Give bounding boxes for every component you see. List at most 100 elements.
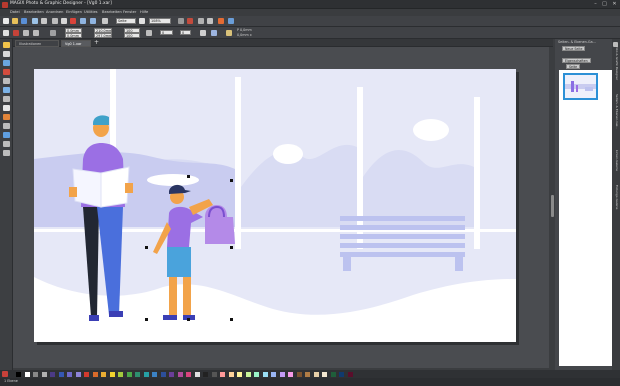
page-button[interactable]: Seite: [566, 64, 581, 69]
color-swatch[interactable]: [203, 372, 208, 377]
shape-tool-icon[interactable]: [3, 87, 10, 93]
position-grid-icon[interactable]: [50, 30, 56, 36]
shadow-tool-icon[interactable]: [3, 132, 10, 138]
strip-tab-designer[interactable]: Foto & Grafik Designer: [613, 46, 619, 80]
new-page-button[interactable]: Neue Seite: [562, 46, 586, 51]
color-swatch[interactable]: [118, 372, 123, 377]
color-swatch[interactable]: [24, 372, 30, 377]
properties-button[interactable]: Eigenschaften: [562, 58, 591, 63]
color-swatch[interactable]: [169, 372, 174, 377]
snap-magnet-icon[interactable]: [187, 18, 193, 24]
color-swatch[interactable]: [135, 372, 140, 377]
page-thumbnail[interactable]: [563, 73, 598, 100]
zoom-tool-left-icon[interactable]: [3, 150, 10, 156]
menu-help[interactable]: Hilfe: [140, 10, 148, 14]
tab-illustrationen[interactable]: Illustrationen: [15, 40, 59, 47]
open-folder-icon[interactable]: [12, 18, 18, 24]
minimize-button[interactable]: –: [592, 1, 599, 7]
ellipse-tool-icon[interactable]: [3, 96, 10, 102]
color-swatch[interactable]: [313, 372, 319, 377]
red-tool-icon[interactable]: [13, 30, 19, 36]
blend-tool-icon[interactable]: [3, 141, 10, 147]
new-tab-icon[interactable]: +: [94, 39, 99, 46]
flip-icon[interactable]: [33, 30, 39, 36]
menu-file[interactable]: Datei: [10, 10, 20, 14]
color-swatch[interactable]: [152, 372, 157, 377]
zoom-tool-icon[interactable]: [102, 18, 108, 24]
node-tool-icon[interactable]: [3, 51, 10, 57]
color-swatch[interactable]: [288, 372, 293, 377]
contour-tool-icon[interactable]: [3, 60, 10, 66]
delete-icon[interactable]: [70, 18, 76, 24]
eraser-tool-icon[interactable]: [3, 69, 10, 75]
color-swatch[interactable]: [211, 372, 217, 377]
maximize-button[interactable]: □: [601, 1, 608, 7]
color-swatch[interactable]: [50, 372, 55, 377]
color-swatch[interactable]: [262, 372, 268, 377]
color-swatch[interactable]: [101, 372, 106, 377]
color-swatch[interactable]: [228, 372, 234, 377]
menu-edit2[interactable]: Bearbeiten: [102, 10, 122, 14]
color-swatch[interactable]: [126, 372, 132, 377]
height-field[interactable]: 297,0mm: [94, 33, 112, 38]
color-swatch[interactable]: [245, 372, 251, 377]
color-swatch[interactable]: [58, 372, 64, 377]
save-icon[interactable]: [21, 18, 27, 24]
color-swatch[interactable]: [271, 372, 276, 377]
color-swatch[interactable]: [177, 372, 183, 377]
menu-utilities[interactable]: Utilities: [84, 10, 98, 14]
color-swatch[interactable]: [347, 372, 353, 377]
color-swatch[interactable]: [305, 372, 310, 377]
selector-options-icon[interactable]: [3, 30, 9, 36]
color-swatch[interactable]: [220, 372, 225, 377]
zoom-mode-select[interactable]: Seite: [116, 18, 136, 24]
zoom-previous-icon[interactable]: [178, 18, 184, 24]
tag-icon[interactable]: [226, 30, 232, 36]
fill-tool-icon[interactable]: [3, 114, 10, 120]
menu-edit[interactable]: Bearbeiten: [24, 10, 44, 14]
menu-arrange[interactable]: Anordnen: [46, 10, 63, 14]
freehand-tool-icon[interactable]: [3, 78, 10, 84]
color-swatch[interactable]: [330, 372, 336, 377]
strip-tab-fills[interactable]: Füllungs-Galerie: [613, 185, 619, 209]
no-color-icon[interactable]: [2, 371, 8, 377]
canvas-area[interactable]: [13, 47, 553, 368]
transparency-tool-icon[interactable]: [3, 123, 10, 129]
color-swatch[interactable]: [75, 372, 81, 377]
color-swatch[interactable]: [16, 372, 21, 377]
new-document-icon[interactable]: [3, 18, 9, 24]
color-swatch[interactable]: [339, 372, 344, 377]
color-swatch[interactable]: [33, 372, 38, 377]
pages-list[interactable]: [559, 70, 612, 366]
zoom-percent-select[interactable]: 108%: [149, 18, 171, 24]
color-swatch[interactable]: [279, 372, 285, 377]
color-swatch[interactable]: [254, 372, 259, 377]
rotate-icon[interactable]: [23, 30, 29, 36]
scale-height-field[interactable]: 100: [124, 33, 140, 38]
guides-icon[interactable]: [207, 18, 213, 24]
selector-tool-icon[interactable]: [3, 42, 10, 48]
help-icon[interactable]: [228, 18, 234, 24]
flip-horizontal-icon[interactable]: [200, 30, 206, 36]
web-icon[interactable]: [218, 18, 224, 24]
cut-icon[interactable]: [61, 18, 67, 24]
strip-tab-lines[interactable]: Linien-Galerie: [613, 150, 619, 171]
tab-document[interactable]: Vg0 1.xar: [61, 40, 91, 47]
scrollbar-thumb[interactable]: [551, 195, 554, 217]
flip-vertical-icon[interactable]: [211, 30, 217, 36]
color-swatch[interactable]: [67, 372, 72, 377]
menu-window[interactable]: Fenster: [123, 10, 136, 14]
text-tool-icon[interactable]: [3, 105, 10, 111]
color-swatch[interactable]: [84, 372, 89, 377]
color-swatch[interactable]: [109, 372, 115, 377]
grid-icon[interactable]: [198, 18, 204, 24]
redo-icon[interactable]: [90, 18, 96, 24]
color-swatch[interactable]: [41, 372, 47, 377]
skew-field[interactable]: 0: [180, 30, 191, 35]
print-icon[interactable]: [52, 18, 58, 24]
strip-tab-pages[interactable]: Seiten- & Ebenen-Gal...: [613, 94, 619, 129]
color-swatch[interactable]: [194, 372, 200, 377]
menu-insert[interactable]: Einfügen: [66, 10, 82, 14]
import-icon[interactable]: [32, 18, 38, 24]
undo-icon[interactable]: [80, 18, 86, 24]
